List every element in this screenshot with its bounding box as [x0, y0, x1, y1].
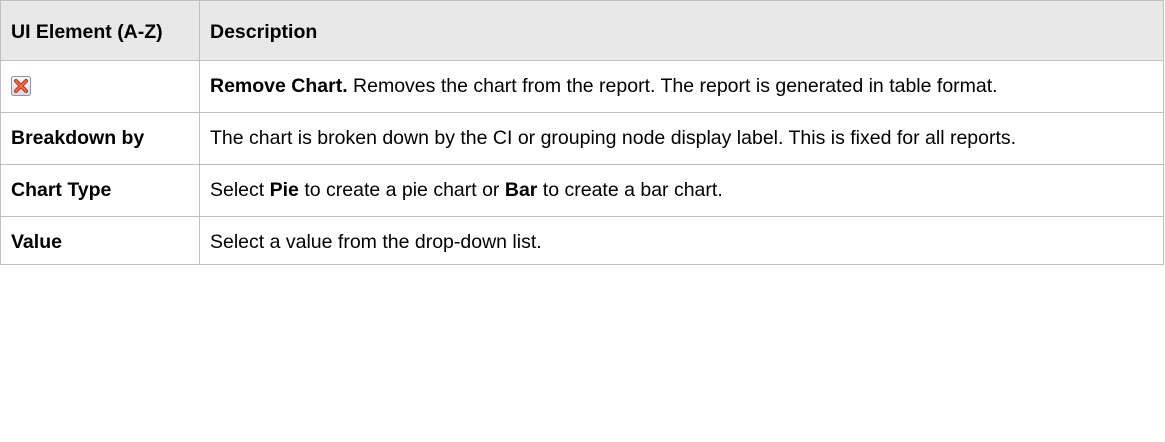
element-cell-chart-type: Chart Type — [0, 164, 200, 217]
chart-type-bar: Bar — [504, 179, 538, 201]
remove-chart-title: Remove Chart. — [210, 75, 348, 97]
remove-chart-icon — [11, 75, 31, 96]
element-cell-remove-chart — [0, 60, 200, 113]
chart-type-text-2: to create a pie chart or — [298, 179, 505, 201]
chart-type-text-1: Select — [210, 179, 270, 201]
description-cell-value: Select a value from the drop-down list. — [199, 216, 1164, 265]
description-cell-chart-type: Select Pie to create a pie chart or Bar … — [199, 164, 1164, 217]
remove-chart-description: Removes the chart from the report. The r… — [347, 75, 998, 97]
table-row: Breakdown by The chart is broken down by… — [0, 112, 1164, 165]
description-cell-breakdown-by: The chart is broken down by the CI or gr… — [199, 112, 1164, 165]
element-cell-value: Value — [0, 216, 200, 265]
header-ui-element: UI Element (A-Z) — [0, 0, 200, 61]
table-row: Remove Chart. Removes the chart from the… — [0, 60, 1164, 113]
description-cell-remove-chart: Remove Chart. Removes the chart from the… — [199, 60, 1164, 113]
chart-type-text-3: to create a bar chart. — [537, 179, 723, 201]
element-cell-breakdown-by: Breakdown by — [0, 112, 200, 165]
chart-type-pie: Pie — [269, 179, 299, 201]
table-header-row: UI Element (A-Z) Description — [0, 0, 1164, 61]
ui-elements-table: UI Element (A-Z) Description Remove Char… — [0, 0, 1164, 265]
header-description: Description — [199, 0, 1164, 61]
table-row: Chart Type Select Pie to create a pie ch… — [0, 164, 1164, 217]
table-row: Value Select a value from the drop-down … — [0, 216, 1164, 265]
